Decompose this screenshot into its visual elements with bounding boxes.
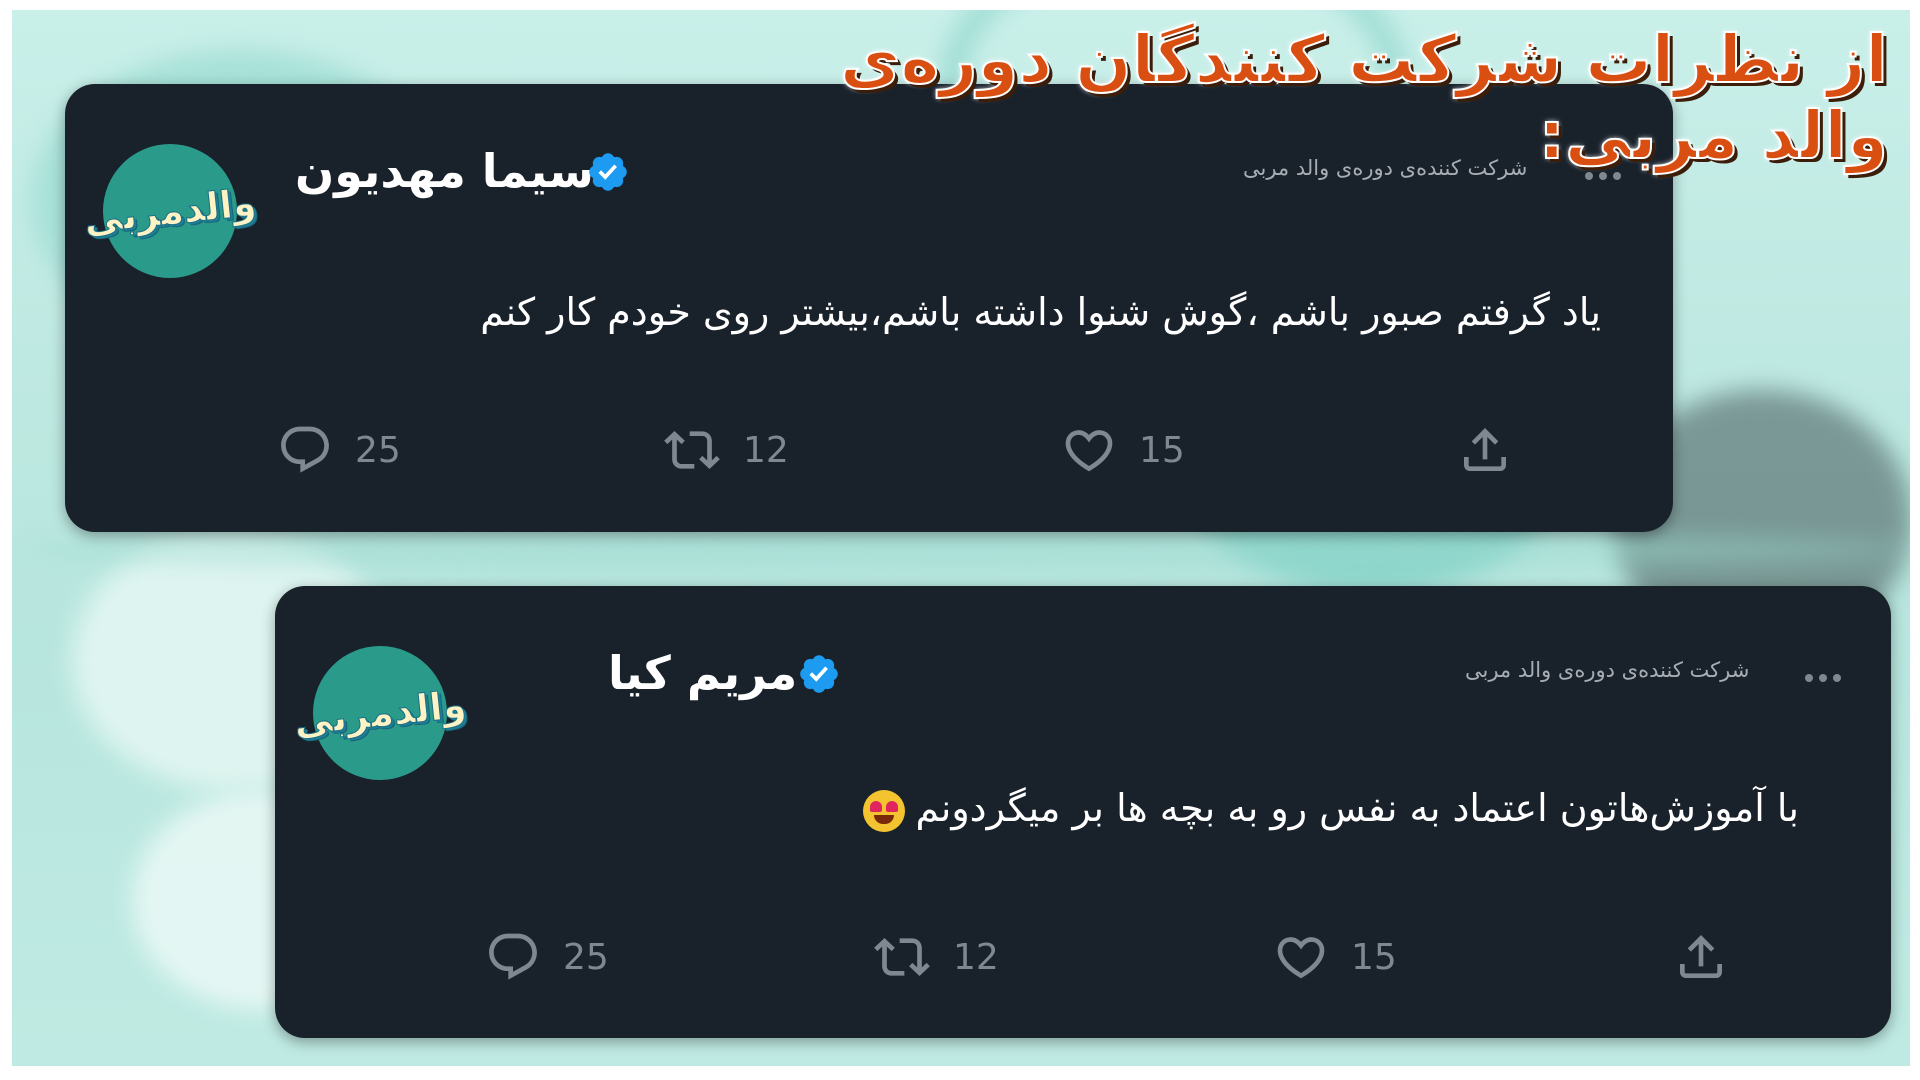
post-card: والدمربی مریم کیا شرکت کننده‌ی دوره‌ی وا… <box>275 586 1891 1038</box>
retweet-icon <box>874 938 930 976</box>
reply-icon <box>489 933 537 980</box>
post-text: با آموزش‌هاتون اعتماد به نفس رو به بچه ه… <box>915 786 1799 830</box>
retweet-button[interactable]: 12 <box>663 422 789 478</box>
like-button[interactable]: 15 <box>1273 929 1397 985</box>
verified-badge-icon <box>589 153 627 191</box>
like-button[interactable]: 15 <box>1061 422 1185 478</box>
like-count: 15 <box>1139 429 1185 471</box>
avatar[interactable]: والدمربی <box>81 144 259 278</box>
reply-icon <box>281 426 329 473</box>
like-icon <box>1277 937 1325 979</box>
reply-count: 25 <box>355 429 401 471</box>
share-icon <box>1464 428 1506 471</box>
retweet-count: 12 <box>953 936 999 978</box>
like-count: 15 <box>1351 936 1397 978</box>
avatar[interactable]: والدمربی <box>291 646 469 780</box>
retweet-button[interactable]: 12 <box>873 929 999 985</box>
reply-count: 25 <box>563 936 609 978</box>
verified-badge-icon <box>800 655 838 693</box>
more-dots-icon[interactable] <box>1805 674 1841 682</box>
author-name[interactable]: مریم کیا <box>608 646 797 700</box>
author-name[interactable]: سیما مهدیون <box>295 144 594 198</box>
avatar-logo-text: والدمربی <box>81 180 259 243</box>
author-subtitle: شرکت کننده‌ی دوره‌ی والد مربی <box>1465 658 1750 682</box>
retweet-icon <box>664 431 720 469</box>
retweet-count: 12 <box>743 429 789 471</box>
reply-button[interactable]: 25 <box>277 422 401 478</box>
share-icon <box>1680 935 1722 978</box>
post-text: یاد گرفتم صبور باشم ،گوش شنوا داشته باشم… <box>480 290 1601 334</box>
share-button[interactable] <box>1457 422 1513 478</box>
share-button[interactable] <box>1673 929 1729 985</box>
post-text-row: با آموزش‌هاتون اعتماد به نفس رو به بچه ه… <box>863 786 1799 832</box>
like-icon <box>1065 430 1113 472</box>
avatar-logo-text: والدمربی <box>291 682 469 745</box>
heart-eyes-emoji-icon <box>863 789 906 832</box>
headline: از نظرات شرکت کنندگان دوره‌ی والد مربی: <box>839 21 1889 175</box>
reply-button[interactable]: 25 <box>485 929 609 985</box>
